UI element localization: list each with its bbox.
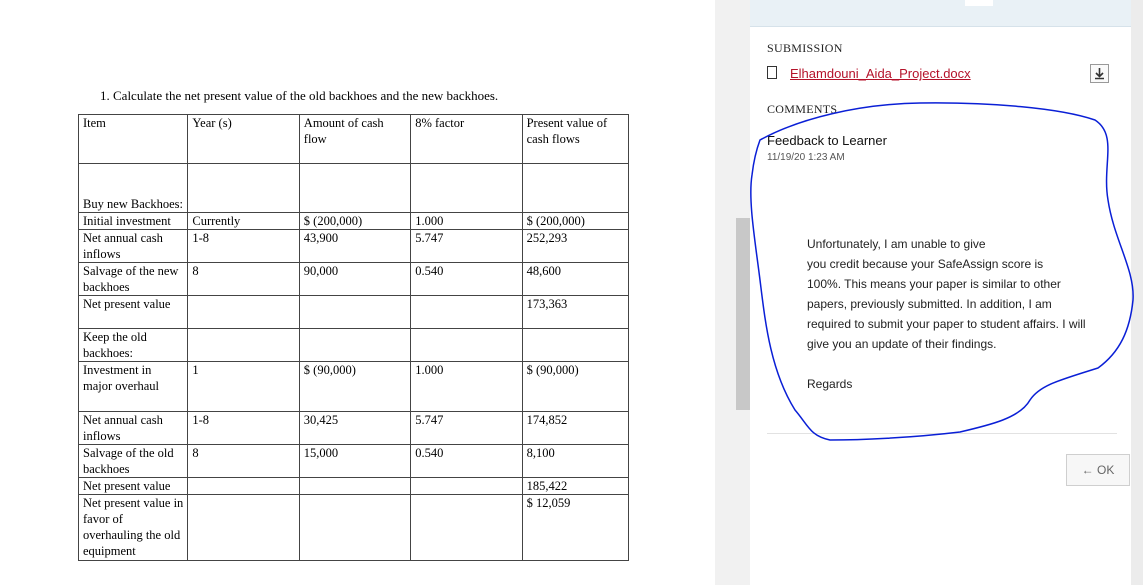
download-arrow-icon xyxy=(1095,68,1104,80)
table-row: Buy new Backhoes: xyxy=(77,163,630,213)
table-header-row: Item Year (s) Amount of cash flow 8% fac… xyxy=(77,114,630,164)
feedback-line: 100%. This means your paper is similar t… xyxy=(807,277,1061,291)
table-row: Net annual cash inflows 1-8 43,900 5.747 252… xyxy=(77,229,630,263)
cell-item: Investment in major overhaul xyxy=(77,361,189,412)
cell-item: Initial investment xyxy=(77,212,189,230)
cell-factor: 0.540 xyxy=(410,262,523,296)
cell-present-value: $ (200,000) xyxy=(521,212,630,230)
cell-amount xyxy=(298,477,412,495)
cell-present-value: 185,422 xyxy=(521,477,630,495)
header-factor: 8% factor xyxy=(410,114,523,164)
cell-factor: 0.540 xyxy=(410,444,523,478)
table-row: Salvage of the new backhoes 8 90,000 0.540 4… xyxy=(77,262,630,296)
submission-file-link[interactable]: Elhamdouni_Aida_Project.docx xyxy=(790,66,971,81)
cell-factor: 1.000 xyxy=(410,212,523,230)
cell-year: 1-8 xyxy=(187,229,300,263)
cell-present-value: 48,600 xyxy=(521,262,630,296)
cell-factor xyxy=(410,328,523,362)
cell-present-value xyxy=(521,163,630,213)
cell-factor: 1.000 xyxy=(410,361,523,412)
cell-factor xyxy=(410,494,523,561)
cell-amount: $ (90,000) xyxy=(298,361,412,412)
cell-year: 1 xyxy=(187,361,300,412)
cell-present-value: 174,852 xyxy=(521,411,630,445)
download-icon[interactable] xyxy=(1090,64,1109,83)
table-row: Investment in major overhaul 1 $ (90,000) 1… xyxy=(77,361,630,412)
table-row: Keep the old backhoes: xyxy=(77,328,630,362)
panel-scrollbar[interactable] xyxy=(1131,0,1143,585)
header-year: Year (s) xyxy=(187,114,300,164)
cell-year xyxy=(187,163,300,213)
table-row: Net present value in favor of overhaulin… xyxy=(77,494,630,561)
cell-present-value: 173,363 xyxy=(521,295,630,329)
cell-item: Keep the old backhoes: xyxy=(77,328,189,362)
cell-amount xyxy=(298,494,412,561)
npv-table: Item Year (s) Amount of cash flow 8% fac… xyxy=(77,114,630,561)
submission-heading: SUBMISSION xyxy=(767,41,843,55)
cell-year xyxy=(187,477,300,495)
cell-item: Salvage of the new backhoes xyxy=(77,262,189,296)
feedback-title: Feedback to Learner xyxy=(767,133,887,148)
comments-heading: COMMENTS xyxy=(767,102,838,116)
cell-amount xyxy=(298,295,412,329)
cell-amount: 15,000 xyxy=(298,444,412,478)
header-present-value: Present value of cash flows xyxy=(521,114,630,164)
feedback-line: papers, previously submitted. In additio… xyxy=(807,297,1052,311)
cell-amount: 90,000 xyxy=(298,262,412,296)
cell-year xyxy=(187,328,300,362)
panel-header-button[interactable] xyxy=(965,0,993,6)
cell-item: Net present value xyxy=(77,477,189,495)
cell-year: 8 xyxy=(187,262,300,296)
cell-factor xyxy=(410,477,523,495)
divider xyxy=(767,433,1117,434)
cell-item: Net annual cash inflows xyxy=(77,411,189,445)
cell-present-value: $ 12,059 xyxy=(521,494,630,561)
question-text: 1. Calculate the net present value of th… xyxy=(100,88,499,103)
table-row: Salvage of the old backhoes 8 15,000 0.540 8… xyxy=(77,444,630,478)
cell-year: 8 xyxy=(187,444,300,478)
cell-year xyxy=(187,295,300,329)
cell-factor: 5.747 xyxy=(410,411,523,445)
table-row: Initial investment Currently $ (200,000) 1.… xyxy=(77,212,630,230)
panel-header xyxy=(750,0,1131,27)
cell-present-value: $ (90,000) xyxy=(521,361,630,412)
cell-factor xyxy=(410,163,523,213)
cell-item: Net present value in favor of overhaulin… xyxy=(77,494,189,561)
feedback-regards: Regards xyxy=(807,377,853,391)
feedback-comment: Unfortunately, I am unable to give you c… xyxy=(807,234,1119,394)
feedback-panel: SUBMISSION Elhamdouni_Aida_Project.docx … xyxy=(750,0,1143,585)
cell-present-value xyxy=(521,328,630,362)
cell-amount xyxy=(298,163,412,213)
feedback-line: required to submit your paper to student… xyxy=(807,317,1086,331)
cell-factor: 5.747 xyxy=(410,229,523,263)
document-scrollbar[interactable] xyxy=(736,218,750,410)
table-row: Net annual cash inflows 1-8 30,425 5.747 174… xyxy=(77,411,630,445)
cell-amount xyxy=(298,328,412,362)
cell-amount: $ (200,000) xyxy=(298,212,412,230)
feedback-date: 11/19/20 1:23 AM xyxy=(767,152,845,163)
header-amount: Amount of cash flow xyxy=(298,114,412,164)
cell-year xyxy=(187,494,300,561)
table-row: Net present value 173,363 xyxy=(77,295,630,329)
cell-amount: 30,425 xyxy=(298,411,412,445)
cell-present-value: 8,100 xyxy=(521,444,630,478)
cell-present-value: 252,293 xyxy=(521,229,630,263)
cell-year: 1-8 xyxy=(187,411,300,445)
header-item: Item xyxy=(77,114,189,164)
cell-year: Currently xyxy=(187,212,300,230)
cell-factor xyxy=(410,295,523,329)
feedback-line: give you an update of their findings. xyxy=(807,337,997,351)
feedback-line: Unfortunately, I am unable to give xyxy=(807,237,986,251)
ok-button[interactable]: ← OK xyxy=(1066,454,1130,486)
file-icon xyxy=(767,66,777,79)
table-row: Net present value 185,422 xyxy=(77,477,630,495)
cell-amount: 43,900 xyxy=(298,229,412,263)
feedback-line: you credit because your SafeAssign score… xyxy=(807,257,1044,271)
cell-item: Salvage of the old backhoes xyxy=(77,444,189,478)
cell-item: Net present value xyxy=(77,295,189,329)
cell-item: Net annual cash inflows xyxy=(77,229,189,263)
document-page: 1. Calculate the net present value of th… xyxy=(0,0,715,585)
cell-item: Buy new Backhoes: xyxy=(77,163,189,213)
